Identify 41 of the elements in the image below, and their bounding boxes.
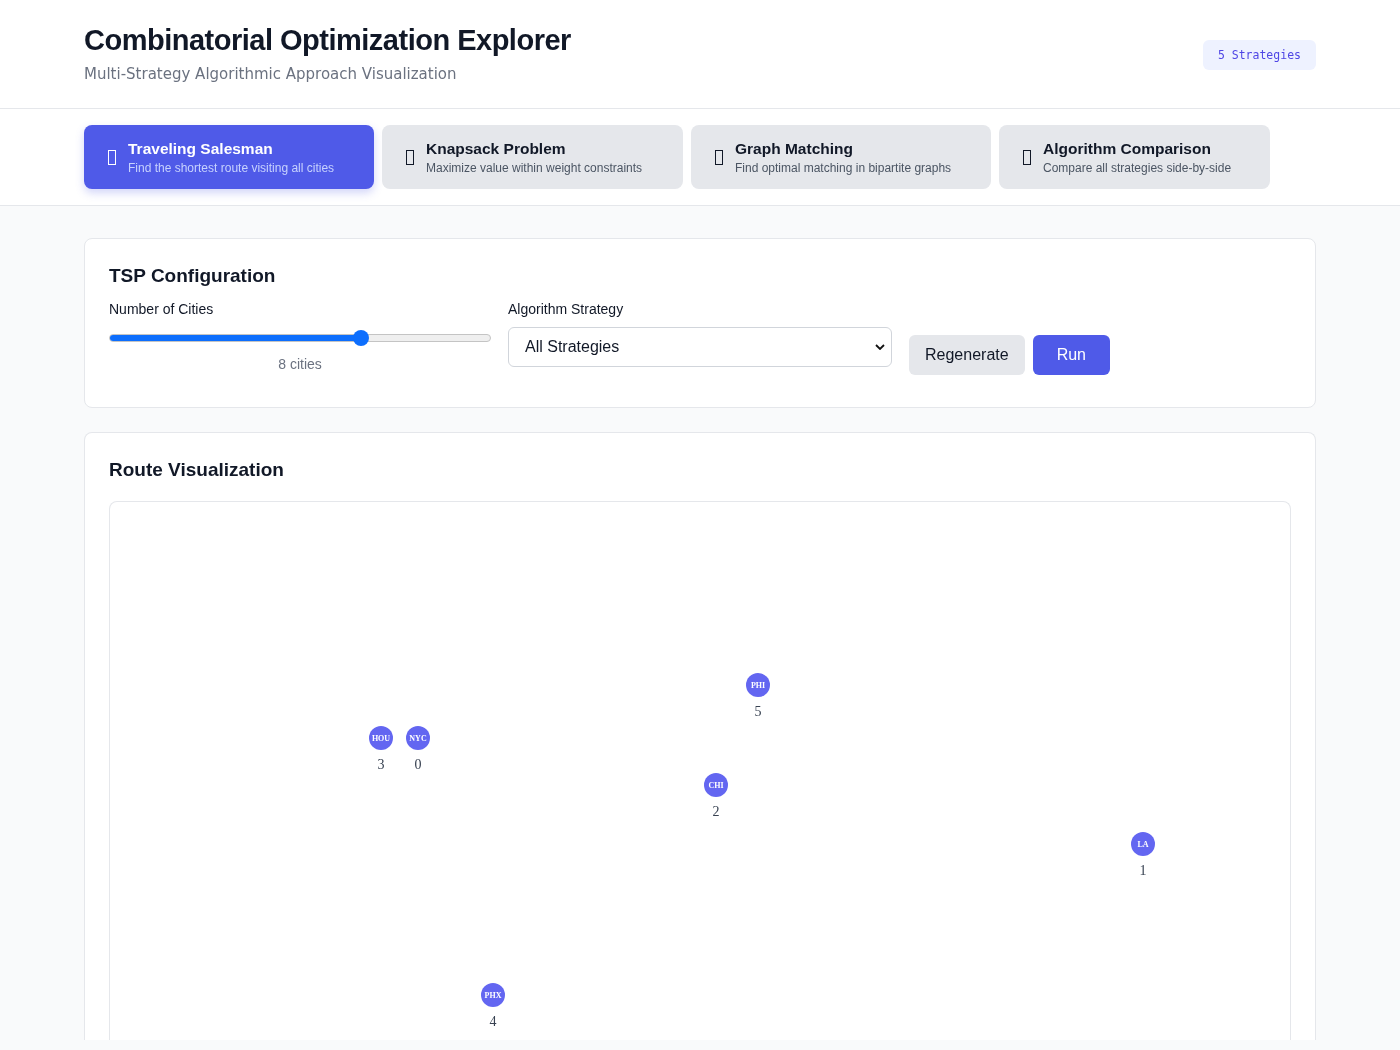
card-title: TSP Configuration — [109, 265, 277, 287]
city-index: 3 — [376, 757, 386, 773]
city-node: NYC — [406, 726, 430, 750]
tab-description: Maximize value within weight constraints — [426, 160, 643, 175]
card-title: Route Visualization — [109, 459, 285, 481]
field-label: Number of Cities — [109, 301, 215, 319]
chevron-down-icon — [875, 344, 885, 350]
tab-title: Graph Matching — [735, 139, 854, 158]
tab-description: Compare all strategies side-by-side — [1043, 160, 1232, 175]
tab-title: Knapsack Problem — [426, 139, 567, 158]
problem-tab[interactable]: Traveling Salesman Find the shortest route visiting all cities — [84, 125, 374, 189]
city-index: 5 — [753, 704, 763, 720]
field-label: Algorithm Strategy — [508, 301, 625, 319]
run-button[interactable]: Run — [1032, 335, 1110, 375]
regenerate-button[interactable]: Regenerate — [909, 335, 1025, 375]
problem-tab[interactable]: Graph Matching Find optimal matching in bipartite graphs — [691, 125, 991, 189]
missing-glyph-icon — [1023, 149, 1031, 165]
page-title: Combinatorial Optimization Explorer — [84, 24, 571, 57]
strategy-select[interactable]: All Strategies — [508, 327, 892, 367]
slider-thumb[interactable] — [352, 330, 369, 346]
city-index: 1 — [1138, 863, 1148, 879]
problem-tab[interactable]: Knapsack Problem Maximize value within weight constraints — [382, 125, 683, 189]
city-index: 2 — [711, 804, 721, 820]
missing-glyph-icon — [406, 149, 414, 165]
city-index: 4 — [488, 1014, 498, 1030]
city-index: 0 — [413, 757, 423, 773]
city-node: HOU — [369, 726, 393, 750]
tab-title: Traveling Salesman — [128, 139, 274, 158]
tab-description: Find the shortest route visiting all cities — [128, 160, 335, 175]
missing-glyph-icon — [715, 149, 723, 165]
city-node: LA — [1131, 832, 1155, 856]
missing-glyph-icon — [108, 149, 116, 165]
problem-tab[interactable]: Algorithm Comparison Compare all strategies side-by-side — [999, 125, 1270, 189]
city-node: PHX — [481, 983, 505, 1007]
page-subtitle: Multi-Strategy Algorithmic Approach Visualization — [84, 65, 458, 83]
strategy-count-badge: 5 Strategies — [1202, 40, 1316, 70]
tab-title: Algorithm Comparison — [1043, 139, 1212, 158]
city-node: CHI — [704, 773, 728, 797]
tab-description: Find optimal matching in bipartite graphs — [735, 160, 952, 175]
city-node: PHI — [746, 673, 770, 697]
cities-count: 8 cities — [277, 356, 323, 372]
